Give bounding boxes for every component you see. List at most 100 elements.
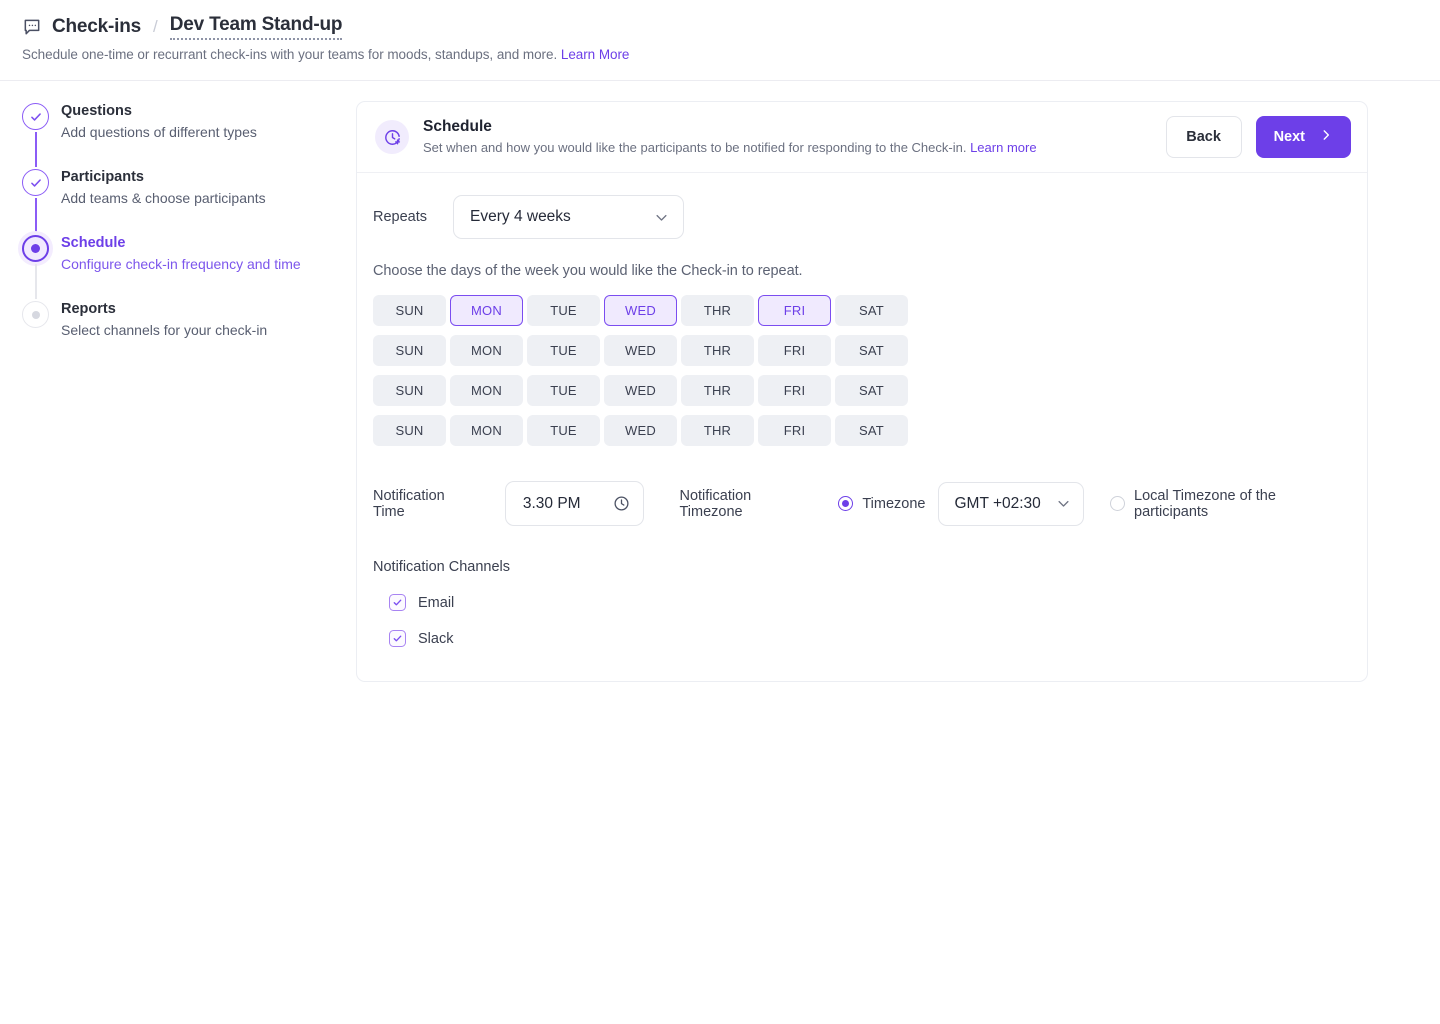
- timezone-radio-option[interactable]: Timezone: [838, 495, 926, 512]
- breadcrumb-current[interactable]: Dev Team Stand-up: [169, 14, 343, 40]
- notification-timezone-label: Notification Timezone: [679, 487, 752, 520]
- schedule-page: Check-ins / Dev Team Stand-up Schedule o…: [0, 0, 1440, 1024]
- day-toggle[interactable]: MON: [450, 295, 523, 326]
- local-timezone-radio-option[interactable]: Local Timezone of the participants: [1110, 488, 1351, 520]
- step-title: Questions: [61, 103, 132, 119]
- chevron-down-icon: [654, 210, 669, 225]
- next-button[interactable]: Next: [1255, 116, 1351, 158]
- schedule-card: Schedule Set when and how you would like…: [356, 101, 1368, 682]
- notification-time-input[interactable]: 3.30 PM: [504, 481, 645, 526]
- back-button[interactable]: Back: [1165, 116, 1242, 158]
- card-learn-more-link[interactable]: Learn more: [970, 140, 1036, 155]
- step-title: Schedule: [61, 235, 126, 251]
- day-toggle[interactable]: SAT: [835, 375, 908, 406]
- chevron-right-icon: [1319, 128, 1333, 146]
- chevron-down-icon: [1056, 496, 1071, 511]
- page-subtitle: Schedule one-time or recurrant check-ins…: [22, 47, 629, 62]
- day-toggle[interactable]: WED: [604, 295, 677, 326]
- notification-settings-row: Notification Time 3.30 PM Notification T…: [373, 481, 1351, 526]
- days-help-text: Choose the days of the week you would li…: [373, 263, 803, 279]
- step-description: Add teams & choose participants: [61, 190, 266, 206]
- step-title: Participants: [61, 169, 144, 185]
- card-title: Schedule: [423, 118, 492, 135]
- step-description: Add questions of different types: [61, 124, 257, 140]
- day-toggle[interactable]: SUN: [373, 375, 446, 406]
- day-toggle[interactable]: MON: [450, 415, 523, 446]
- step-connector: [35, 198, 37, 233]
- day-toggle[interactable]: FRI: [758, 375, 831, 406]
- page-header: Check-ins / Dev Team Stand-up Schedule o…: [0, 0, 1440, 81]
- step-status-active-icon: [22, 235, 49, 262]
- sidebar-item-participants[interactable]: Participants Add teams & choose particip…: [22, 167, 342, 233]
- timezone-radio-label: Timezone: [862, 495, 926, 512]
- day-toggle[interactable]: WED: [604, 375, 677, 406]
- channel-option-slack[interactable]: Slack: [389, 630, 1351, 647]
- day-toggle[interactable]: TUE: [527, 335, 600, 366]
- step-status-done-icon: [22, 103, 49, 130]
- next-button-label: Next: [1273, 129, 1305, 145]
- day-toggle[interactable]: WED: [604, 415, 677, 446]
- day-toggle[interactable]: SUN: [373, 335, 446, 366]
- day-toggle[interactable]: SAT: [835, 335, 908, 366]
- repeats-label: Repeats: [373, 209, 428, 225]
- step-title: Reports: [61, 301, 116, 317]
- day-toggle[interactable]: SUN: [373, 415, 446, 446]
- days-of-week-grid: SUN MON TUE WED THR FRI SAT SUN MON TUE …: [373, 295, 908, 446]
- day-toggle[interactable]: SUN: [373, 295, 446, 326]
- day-toggle[interactable]: THR: [681, 335, 754, 366]
- timezone-select[interactable]: GMT +02:30: [937, 481, 1085, 526]
- step-status-done-icon: [22, 169, 49, 196]
- notification-time-label: Notification Time: [373, 487, 445, 520]
- breadcrumb-separator: /: [153, 17, 158, 36]
- day-toggle[interactable]: SAT: [835, 415, 908, 446]
- step-connector: [35, 264, 37, 299]
- step-connector: [35, 132, 37, 167]
- schedule-card-header: Schedule Set when and how you would like…: [357, 102, 1367, 173]
- repeats-select-value: Every 4 weeks: [470, 208, 571, 225]
- card-actions: Back Next: [1165, 116, 1351, 158]
- breadcrumb: Check-ins / Dev Team Stand-up: [22, 14, 343, 40]
- card-subtitle-text: Set when and how you would like the part…: [423, 140, 967, 155]
- day-toggle[interactable]: MON: [450, 375, 523, 406]
- repeats-row: Repeats Every 4 weeks: [373, 195, 1351, 239]
- clock-icon[interactable]: [613, 495, 630, 512]
- day-toggle[interactable]: FRI: [758, 335, 831, 366]
- notification-channels-label: Notification Channels: [373, 559, 511, 575]
- step-description: Configure check-in frequency and time: [61, 256, 301, 272]
- sidebar-item-schedule[interactable]: Schedule Configure check-in frequency an…: [22, 233, 342, 299]
- day-toggle[interactable]: THR: [681, 375, 754, 406]
- day-toggle[interactable]: TUE: [527, 375, 600, 406]
- step-status-todo-icon: [22, 301, 49, 328]
- learn-more-link[interactable]: Learn More: [561, 47, 630, 62]
- day-toggle[interactable]: SAT: [835, 295, 908, 326]
- repeats-select[interactable]: Every 4 weeks: [453, 195, 685, 239]
- sidebar-item-reports[interactable]: Reports Select channels for your check-i…: [22, 299, 342, 340]
- channel-label: Email: [418, 594, 455, 611]
- day-toggle[interactable]: FRI: [758, 415, 831, 446]
- schedule-form: Repeats Every 4 weeks Choose the days of…: [357, 173, 1367, 647]
- step-description: Select channels for your check-in: [61, 322, 268, 338]
- notification-time-value: 3.30 PM: [522, 494, 581, 512]
- day-toggle[interactable]: TUE: [527, 295, 600, 326]
- channel-option-email[interactable]: Email: [389, 594, 1351, 611]
- sidebar-item-questions[interactable]: Questions Add questions of different typ…: [22, 101, 342, 167]
- day-toggle[interactable]: TUE: [527, 415, 600, 446]
- day-toggle[interactable]: MON: [450, 335, 523, 366]
- clock-plus-icon: [375, 120, 409, 154]
- day-toggle[interactable]: THR: [681, 415, 754, 446]
- page-subtitle-text: Schedule one-time or recurrant check-ins…: [22, 47, 558, 62]
- day-toggle[interactable]: THR: [681, 295, 754, 326]
- local-timezone-radio-label: Local Timezone of the participants: [1134, 487, 1276, 520]
- channel-label: Slack: [418, 630, 454, 647]
- checkbox-checked-icon[interactable]: [389, 630, 406, 647]
- wizard-stepper: Questions Add questions of different typ…: [22, 101, 342, 340]
- day-toggle[interactable]: FRI: [758, 295, 831, 326]
- breadcrumb-root[interactable]: Check-ins: [52, 16, 141, 38]
- timezone-select-value: GMT +02:30: [954, 494, 1041, 512]
- day-toggle[interactable]: WED: [604, 335, 677, 366]
- radio-selected-icon[interactable]: [838, 496, 854, 511]
- card-subtitle: Set when and how you would like the part…: [423, 139, 1166, 157]
- checkbox-checked-icon[interactable]: [389, 594, 406, 611]
- radio-unselected-icon[interactable]: [1110, 496, 1126, 511]
- chat-icon: [22, 17, 42, 37]
